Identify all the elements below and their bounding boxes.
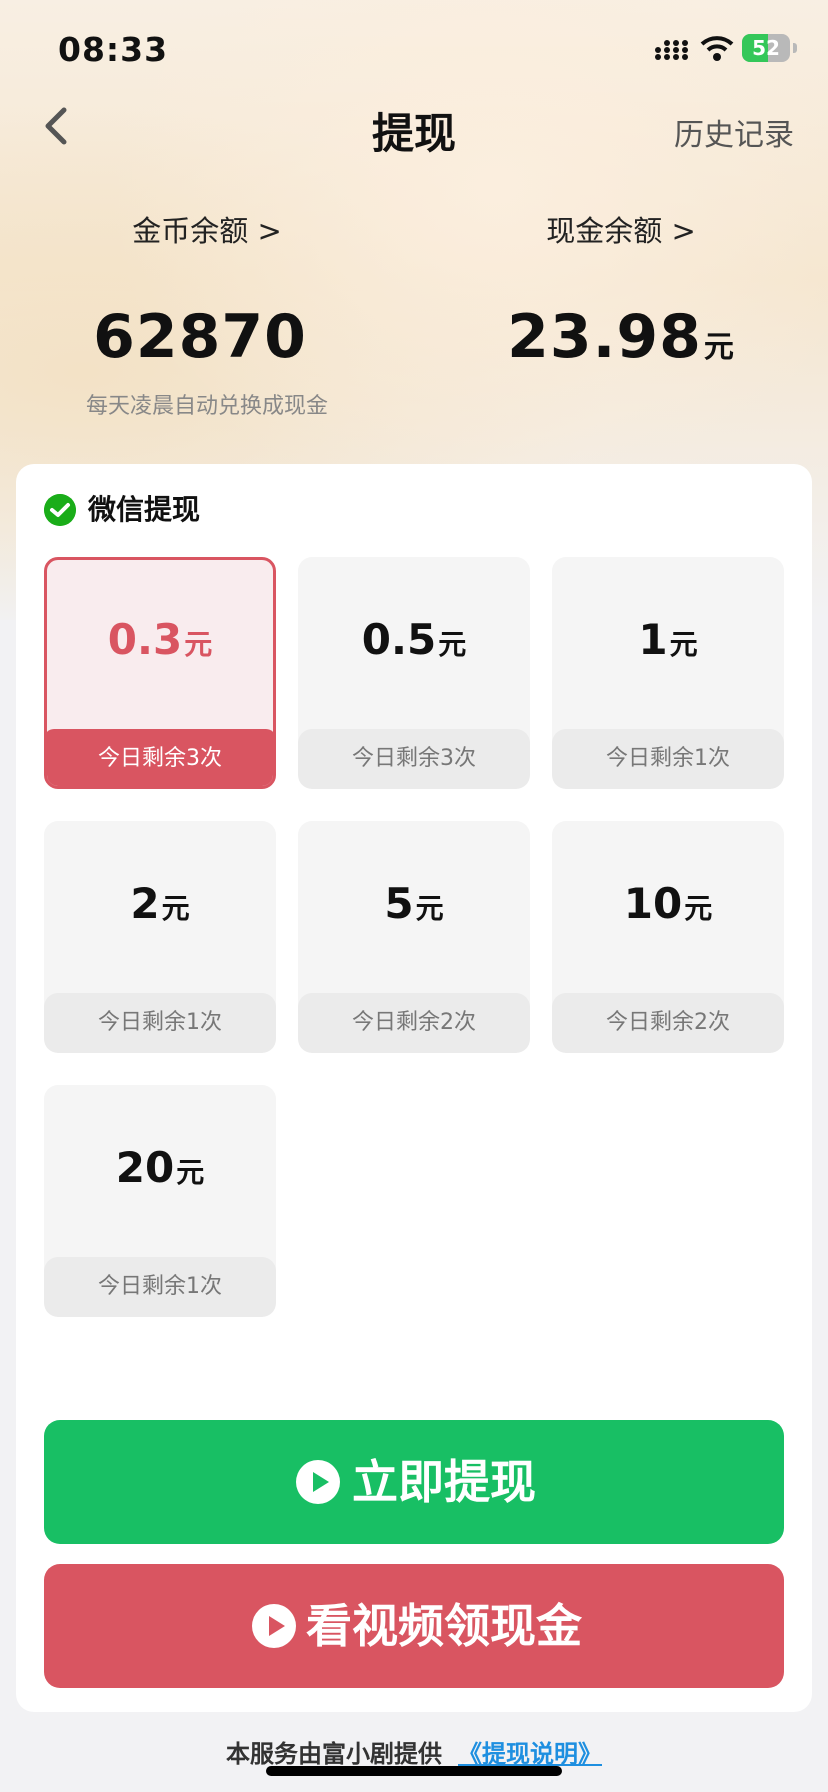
- option-amount-value: 2: [130, 879, 160, 928]
- coin-balance-number: 62870: [93, 302, 307, 372]
- battery-cap: [793, 43, 797, 53]
- amount-option-0-5[interactable]: 0.5元 今日剩余3次: [298, 557, 530, 789]
- option-amount: 1元: [552, 615, 784, 664]
- option-amount: 20元: [44, 1143, 276, 1192]
- option-amount: 0.3元: [47, 615, 273, 664]
- footer: 本服务由富小剧提供 《提现说明》: [0, 1734, 828, 1769]
- amount-option-0-3[interactable]: 0.3元 今日剩余3次: [44, 557, 276, 789]
- option-amount: 10元: [552, 879, 784, 928]
- option-amount: 0.5元: [298, 615, 530, 664]
- cash-balance-number: 23.98: [507, 302, 702, 372]
- option-amount: 2元: [44, 879, 276, 928]
- option-amount-value: 5: [384, 879, 414, 928]
- option-unit: 元: [176, 1156, 205, 1189]
- option-unit: 元: [684, 892, 713, 925]
- battery-level: 52: [752, 36, 780, 60]
- option-remaining: 今日剩余2次: [298, 993, 530, 1053]
- option-unit: 元: [415, 892, 444, 925]
- amount-option-5[interactable]: 5元 今日剩余2次: [298, 821, 530, 1053]
- history-link[interactable]: 历史记录: [674, 110, 794, 154]
- option-amount-value: 0.3: [107, 615, 183, 664]
- option-unit: 元: [184, 628, 213, 661]
- option-remaining: 今日剩余1次: [44, 993, 276, 1053]
- option-remaining: 今日剩余1次: [552, 729, 784, 789]
- option-amount-value: 10: [623, 879, 683, 928]
- option-unit: 元: [669, 628, 698, 661]
- withdraw-terms-link[interactable]: 《提现说明》: [458, 1740, 602, 1768]
- option-remaining: 今日剩余1次: [44, 1257, 276, 1317]
- coin-balance-label[interactable]: 金币余额 >: [27, 208, 387, 250]
- amount-option-10[interactable]: 10元 今日剩余2次: [552, 821, 784, 1053]
- wifi-icon: [700, 36, 734, 61]
- battery-icon: 52: [742, 34, 790, 62]
- coin-exchange-note: 每天凌晨自动兑换成现金: [85, 394, 328, 419]
- watch-video-button[interactable]: 看视频领现金: [44, 1564, 784, 1688]
- status-bar: 08:33 52: [0, 0, 828, 100]
- option-amount-value: 0.5: [361, 615, 437, 664]
- cellular-signal-icon: [655, 40, 688, 60]
- option-remaining: 今日剩余3次: [298, 729, 530, 789]
- option-amount-value: 20: [115, 1143, 175, 1192]
- option-unit: 元: [438, 628, 467, 661]
- coin-balance-value: 62870: [20, 302, 380, 372]
- status-time: 08:33: [58, 30, 169, 69]
- footer-text: 本服务由富小剧提供: [226, 1740, 442, 1768]
- option-amount-value: 1: [638, 615, 668, 664]
- amount-option-2[interactable]: 2元 今日剩余1次: [44, 821, 276, 1053]
- option-remaining: 今日剩余2次: [552, 993, 784, 1053]
- amount-option-1[interactable]: 1元 今日剩余1次: [552, 557, 784, 789]
- option-amount: 5元: [298, 879, 530, 928]
- cash-balance-label[interactable]: 现金余额 >: [441, 208, 801, 250]
- amount-option-20[interactable]: 20元 今日剩余1次: [44, 1085, 276, 1317]
- wechat-check-icon: [44, 494, 76, 526]
- cash-balance-value: 23.98元: [441, 302, 801, 372]
- option-unit: 元: [161, 892, 190, 925]
- wechat-withdraw-title: 微信提现: [88, 493, 201, 526]
- home-indicator: [266, 1766, 562, 1776]
- option-remaining: 今日剩余3次: [47, 729, 273, 786]
- cash-unit: 元: [703, 330, 735, 365]
- withdraw-now-button[interactable]: 立即提现: [44, 1420, 784, 1544]
- withdraw-now-label: 立即提现: [352, 1455, 536, 1509]
- watch-video-label: 看视频领现金: [306, 1599, 582, 1653]
